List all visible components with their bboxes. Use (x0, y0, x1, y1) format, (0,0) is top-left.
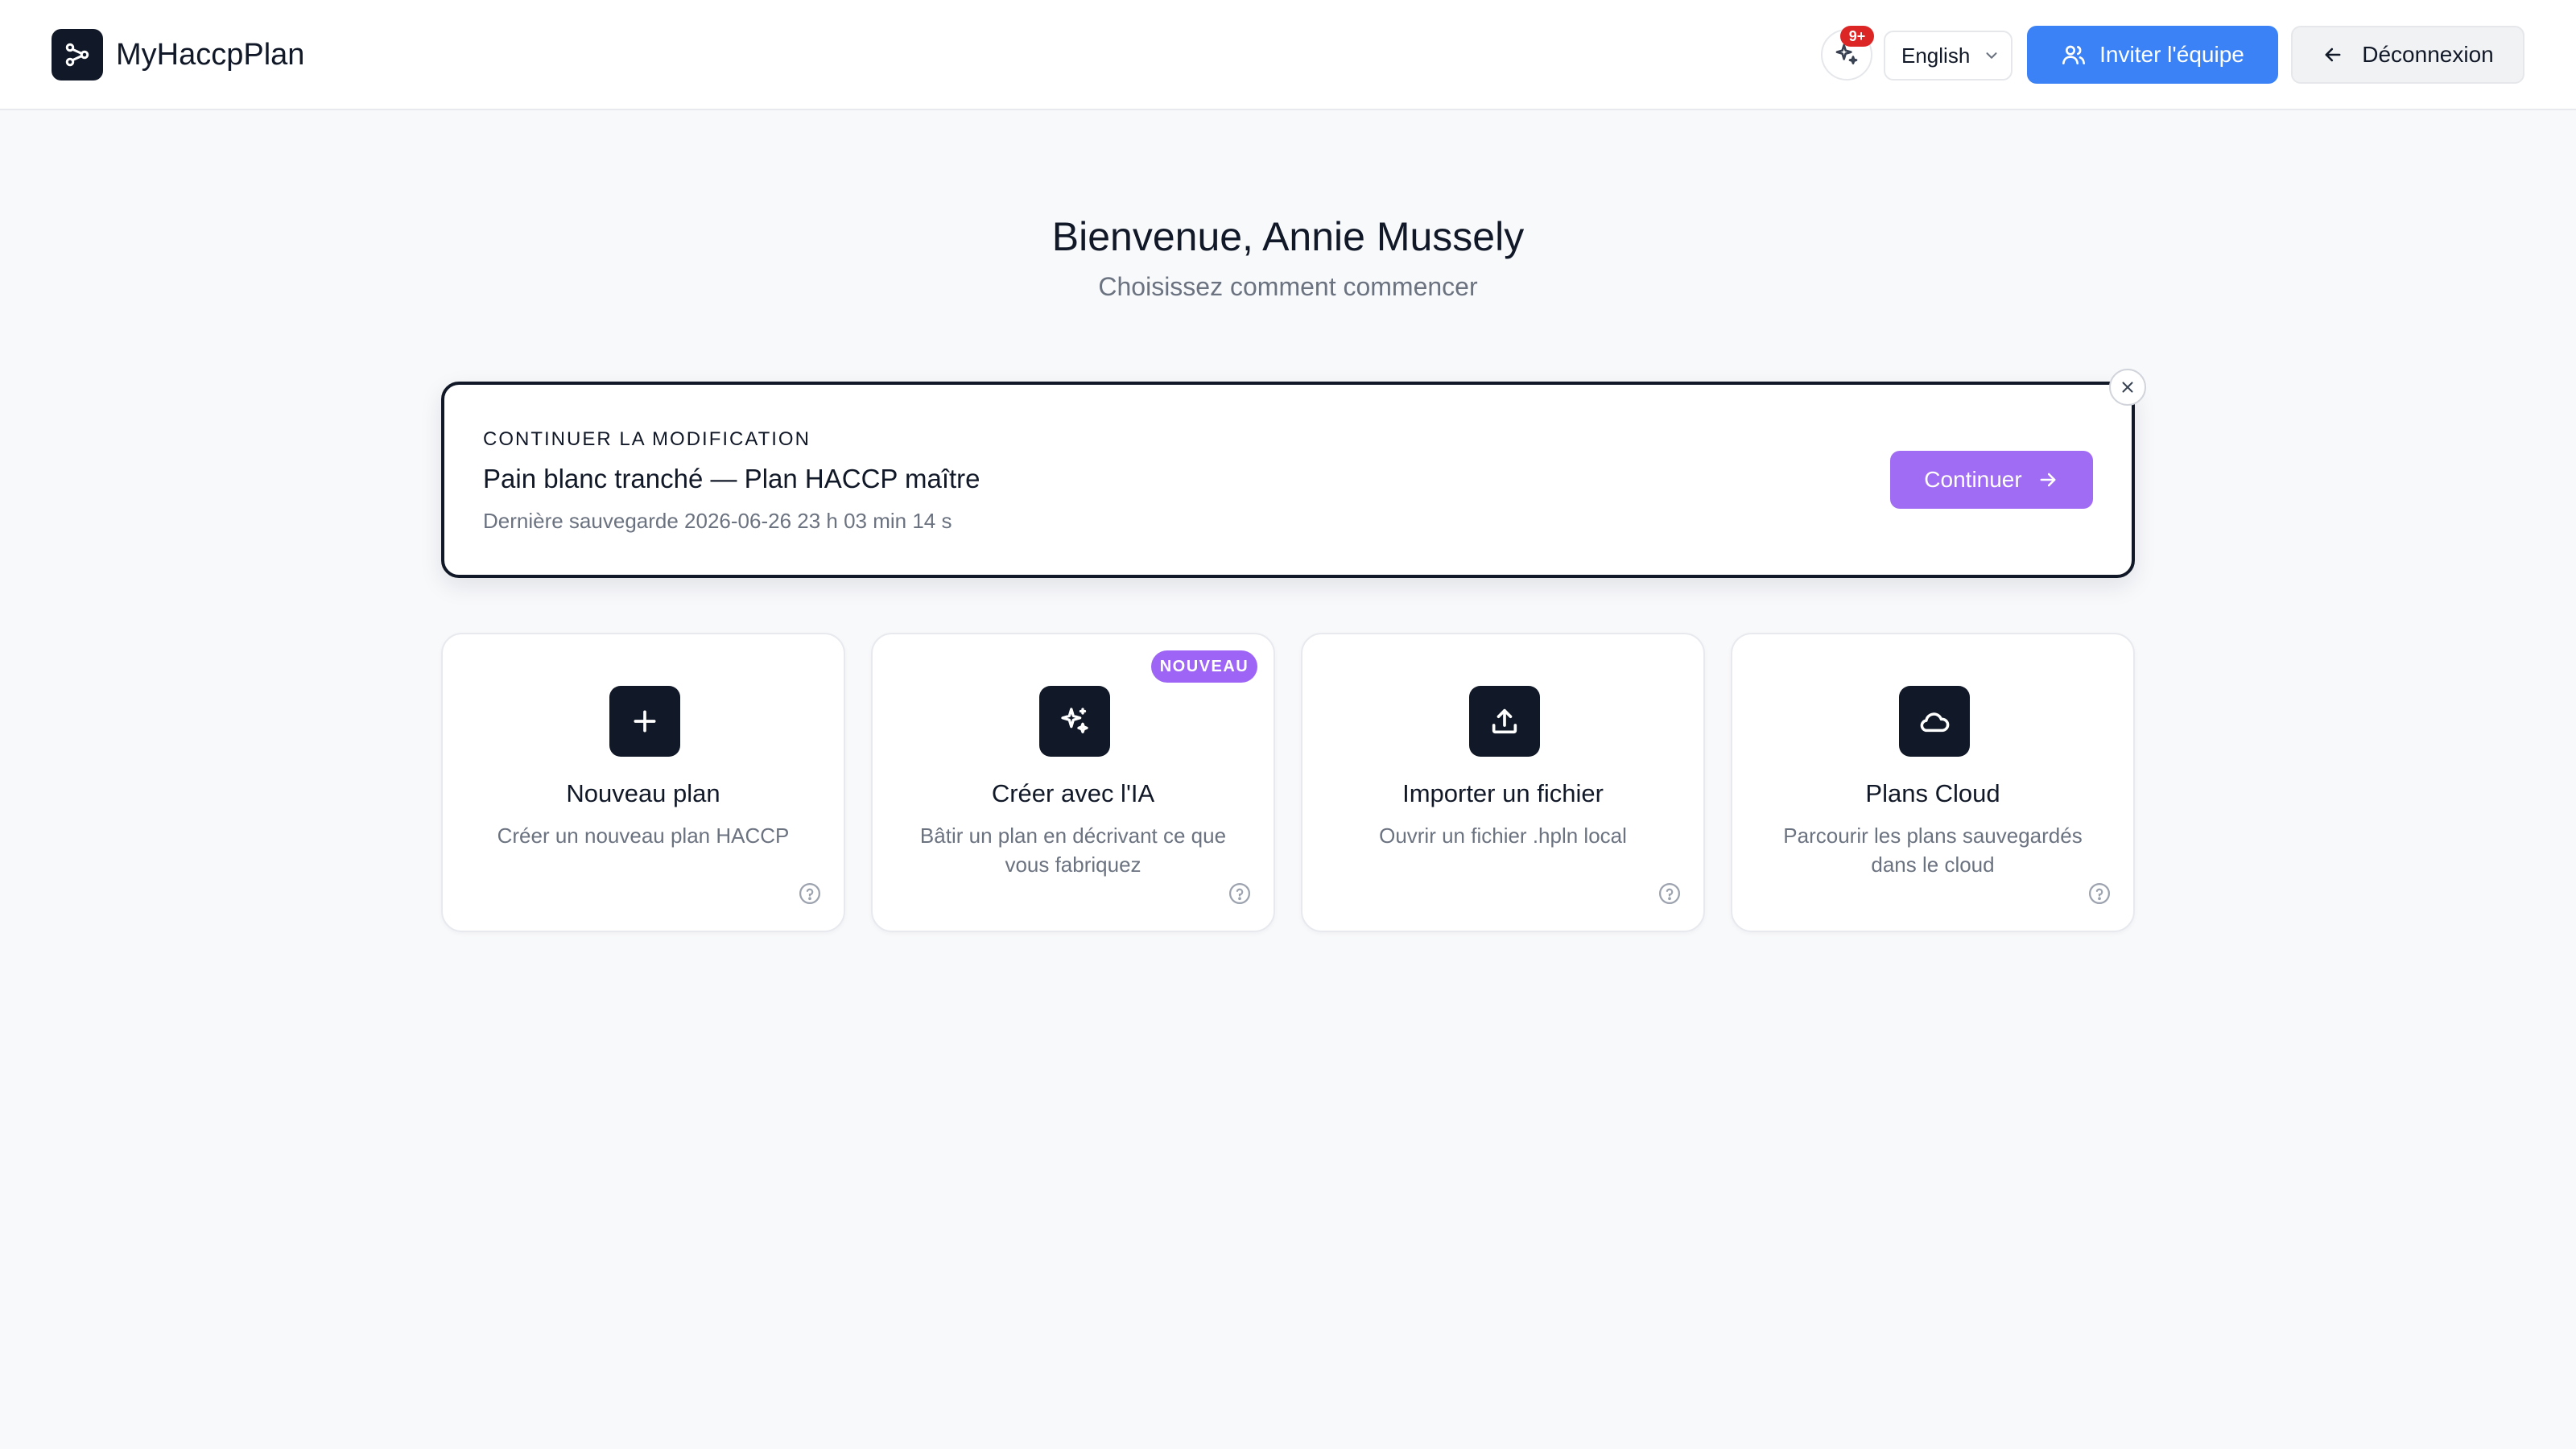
chevron-down-icon (1986, 52, 1997, 59)
sparkles-icon (1039, 686, 1110, 757)
arrow-right-icon (2040, 473, 2056, 487)
help-icon[interactable] (797, 881, 823, 906)
cloud-icon (1899, 686, 1970, 757)
cloud-plans-card[interactable]: Plans Cloud Parcourir les plans sauvegar… (1731, 633, 2135, 932)
help-icon[interactable] (1227, 881, 1253, 906)
card-description: Ouvrir un fichier .hpln local (1379, 824, 1627, 848)
card-title: Créer avec l'IA (991, 779, 1155, 807)
last-saved-text: Dernière sauvegarde 2026-06-26 23 h 03 m… (483, 509, 952, 533)
language-value: English (1901, 43, 1971, 68)
invite-team-label: Inviter l'équipe (2099, 42, 2244, 67)
close-icon (2122, 382, 2133, 393)
card-title: Importer un fichier (1402, 779, 1604, 807)
continue-button[interactable]: Continuer (1890, 451, 2093, 509)
app-title[interactable]: MyHaccpPlan (116, 32, 304, 77)
notification-count-badge: 9+ (1840, 26, 1874, 47)
invite-team-button[interactable]: Inviter l'équipe (2027, 26, 2278, 84)
welcome-subtitle: Choisissez comment commencer (1098, 272, 1478, 301)
new-plan-card[interactable]: Nouveau plan Créer un nouveau plan HACCP (441, 633, 845, 932)
users-icon (2062, 45, 2086, 64)
plus-icon (609, 686, 680, 757)
card-title: Nouveau plan (566, 779, 720, 807)
language-select[interactable]: English (1884, 31, 2013, 80)
card-description: Créer un nouveau plan HACCP (497, 824, 790, 848)
new-feature-badge: NOUVEAU (1151, 650, 1257, 683)
upload-icon (1469, 686, 1540, 757)
continue-editing-card: CONTINUER LA MODIFICATION Pain blanc tra… (441, 382, 2135, 578)
branch-nodes-icon[interactable] (52, 29, 103, 80)
welcome-title: Bienvenue, Annie Mussely (1051, 214, 1525, 259)
continue-label: Continuer (1924, 467, 2022, 492)
import-file-card[interactable]: Importer un fichier Ouvrir un fichier .h… (1301, 633, 1705, 932)
logout-label: Déconnexion (2362, 42, 2494, 67)
continue-kicker: CONTINUER LA MODIFICATION (483, 428, 811, 450)
help-icon[interactable] (1657, 881, 1682, 906)
logout-button[interactable]: Déconnexion (2291, 26, 2524, 84)
dismiss-continue-button[interactable] (2109, 369, 2146, 406)
card-description: Parcourir les plans sauvegardés dans le … (1783, 824, 2083, 877)
help-icon[interactable] (2087, 881, 2112, 906)
recent-plan-title: Pain blanc tranché — Plan HACCP maître (483, 464, 980, 493)
arrow-left-icon (2325, 47, 2341, 62)
card-description: Bâtir un plan en décrivant ce que vous f… (919, 824, 1227, 877)
card-title: Plans Cloud (1865, 779, 2000, 807)
